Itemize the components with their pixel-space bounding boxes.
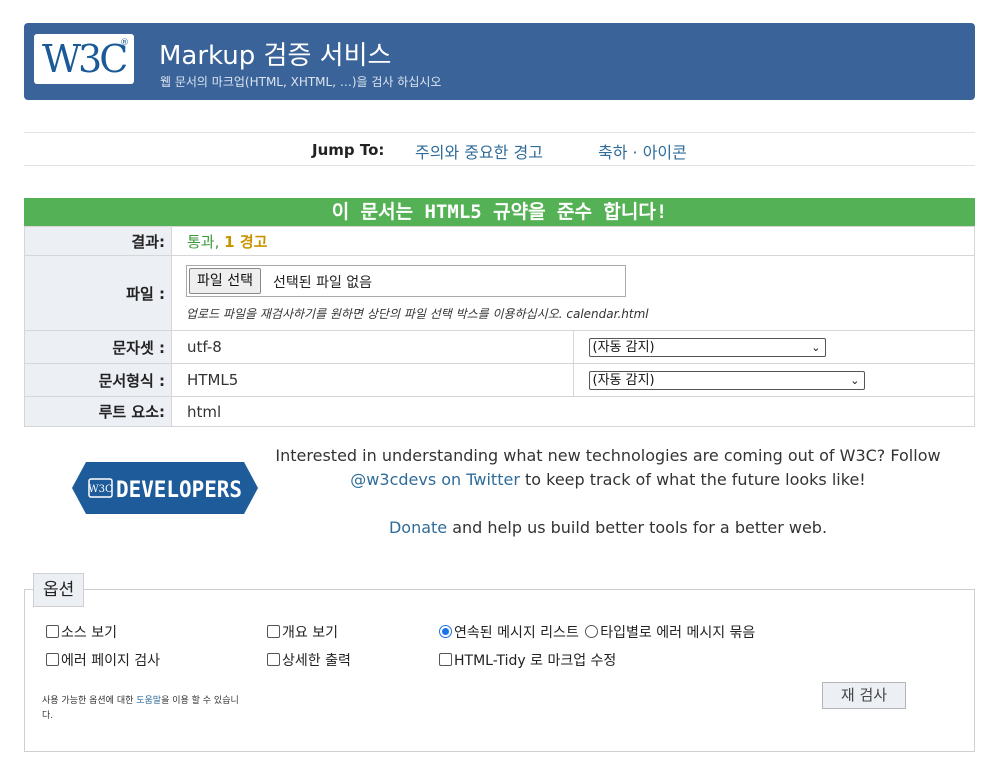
error-page-label: 에러 페이지 검사 <box>61 653 161 669</box>
doctype-value: HTML5 <box>171 363 574 397</box>
file-status-text: 선택된 파일 없음 <box>273 274 373 291</box>
root-element-value: html <box>171 396 975 427</box>
charset-select-value: (자동 감지) <box>592 340 655 355</box>
charset-label: 문자셋 : <box>24 330 172 364</box>
doctype-select-cell: (자동 감지) ⌄ <box>572 363 975 397</box>
group-by-type-label: 타입별로 에러 메시지 묶음 <box>600 625 756 641</box>
root-element-row: 루트 요소: html <box>24 396 975 427</box>
choose-file-button[interactable]: 파일 선택 <box>189 267 261 294</box>
w3c-developers-badge[interactable]: W3C DEVELOPERS <box>72 462 258 518</box>
doctype-select[interactable]: (자동 감지) ⌄ <box>588 371 865 390</box>
w3c-logo[interactable]: W3C ® <box>34 34 134 84</box>
option-sequential[interactable]: 연속된 메시지 리스트 타입별로 에러 메시지 묶음 <box>439 622 755 642</box>
charset-value: utf-8 <box>171 330 574 364</box>
promo-text: Interested in understanding what new tec… <box>262 444 954 492</box>
result-row: 결과: 통과, 1 경고 <box>24 226 975 256</box>
charset-select[interactable]: (자동 감지) ⌄ <box>588 338 826 357</box>
file-row: 파일 : 파일 선택 선택된 파일 없음 업로드 파일을 재검사하기를 원하면 … <box>24 255 975 331</box>
options-fieldset <box>24 589 975 752</box>
help-link[interactable]: 도움말 <box>136 696 161 706</box>
badge-developers-text: DEVELOPERS <box>116 478 242 503</box>
header-banner: W3C ® Markup 검증 서비스 웹 문서의 마크업(HTML, XHTM… <box>24 23 975 100</box>
doctype-select-value: (자동 감지) <box>592 373 655 388</box>
show-source-label: 소스 보기 <box>61 625 117 641</box>
file-upload-note: 업로드 파일을 재검사하기를 원하면 상단의 파일 선택 박스를 이용하십시오.… <box>186 306 649 321</box>
help-prefix: 사용 가능한 옵션에 대한 <box>42 696 137 706</box>
charset-row: 문자셋 : utf-8 (자동 감지) ⌄ <box>24 330 975 364</box>
option-tidy[interactable]: HTML-Tidy 로 마크업 수정 <box>439 650 616 670</box>
show-outline-label: 개요 보기 <box>282 625 338 641</box>
chevron-down-icon: ⌄ <box>811 341 821 354</box>
warning-count-link[interactable]: 1 경고 <box>224 233 267 251</box>
option-verbose[interactable]: 상세한 출력 <box>267 650 351 670</box>
file-cell: 파일 선택 선택된 파일 없음 업로드 파일을 재검사하기를 원하면 상단의 파… <box>171 255 975 331</box>
error-page-checkbox[interactable] <box>46 653 59 666</box>
pass-text: 통과, <box>187 232 220 251</box>
doctype-label: 문서형식 : <box>24 363 172 397</box>
sequential-radio[interactable] <box>439 625 452 638</box>
donate-link[interactable]: Donate <box>389 518 447 537</box>
group-by-type-radio[interactable] <box>585 625 599 638</box>
chevron-down-icon: ⌄ <box>850 374 860 387</box>
donate-text: Donate and help us build better tools fo… <box>262 516 954 540</box>
option-show-outline[interactable]: 개요 보기 <box>267 622 338 642</box>
doctype-row: 문서형식 : HTML5 (자동 감지) ⌄ <box>24 363 975 397</box>
root-element-label: 루트 요소: <box>24 396 172 427</box>
w3c-developers-logo-icon: W3C DEVELOPERS <box>72 462 258 514</box>
page-title[interactable]: Markup 검증 서비스 <box>159 35 391 72</box>
result-table: 결과: 통과, 1 경고 파일 : 파일 선택 선택된 파일 없음 업로드 파일… <box>24 226 975 427</box>
badge-w3c-text: W3C <box>88 484 113 495</box>
w3c-logo-text: W3C <box>42 37 128 81</box>
donate-rest: and help us build better tools for a bet… <box>447 518 828 537</box>
jump-link-congrats-icons[interactable]: 축하 · 아이콘 <box>598 139 687 163</box>
promo-line1: Interested in understanding what new tec… <box>275 446 941 465</box>
verbose-checkbox[interactable] <box>267 653 280 666</box>
recheck-button[interactable]: 재 검사 <box>822 682 906 709</box>
show-outline-checkbox[interactable] <box>267 625 280 638</box>
sequential-label: 연속된 메시지 리스트 <box>454 625 579 641</box>
charset-select-cell: (자동 감지) ⌄ <box>572 330 975 364</box>
show-source-checkbox[interactable] <box>46 625 59 638</box>
option-error-page[interactable]: 에러 페이지 검사 <box>46 650 160 670</box>
result-value: 통과, 1 경고 <box>171 226 975 256</box>
tidy-checkbox[interactable] <box>439 653 452 666</box>
file-label: 파일 : <box>24 255 172 331</box>
page-subtitle: 웹 문서의 마크업(HTML, XHTML, …)을 검사 하십시오 <box>160 75 442 89</box>
options-legend[interactable]: 옵션 <box>33 573 85 607</box>
tidy-label: HTML-Tidy 로 마크업 수정 <box>454 653 617 669</box>
jump-link-notes-warnings[interactable]: 주의와 중요한 경고 <box>415 139 543 163</box>
jump-to-nav: Jump To: 주의와 중요한 경고 축하 · 아이콘 <box>24 132 975 166</box>
validation-success-banner: 이 문서는 HTML5 규약을 준수 합니다! <box>24 198 975 226</box>
promo-line2: to keep track of what the future looks l… <box>519 470 866 489</box>
verbose-label: 상세한 출력 <box>282 653 351 669</box>
twitter-link[interactable]: @w3cdevs on Twitter <box>350 470 520 489</box>
option-show-source[interactable]: 소스 보기 <box>46 622 117 642</box>
options-help-text: 사용 가능한 옵션에 대한 도움말을 이용 할 수 있습니다. <box>42 694 247 724</box>
registered-mark: ® <box>120 38 129 48</box>
file-input[interactable]: 파일 선택 선택된 파일 없음 <box>186 264 626 297</box>
jump-to-label: Jump To: <box>312 141 385 159</box>
result-label: 결과: <box>24 226 172 256</box>
